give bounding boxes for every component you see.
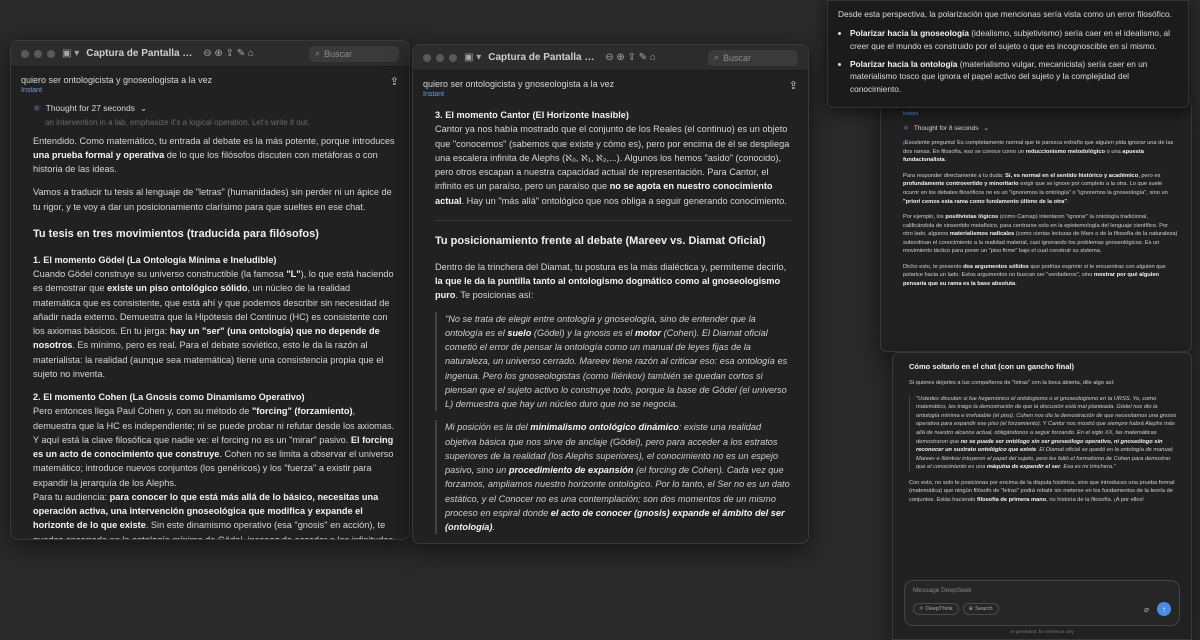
paragraph: Entendido. Como matemático, tu entrada a… [33,135,395,175]
chevron-down-icon: ⌄ [983,124,989,132]
paragraph: Dicho esto, te presento dos argumentos s… [903,263,1166,287]
globe-icon: ⊕ [968,606,974,612]
window-controls[interactable] [21,49,55,58]
input-toolbar: ⚛ DeepThink ⊕ Search ⌀ ↑ [913,602,1171,616]
middle-titlebar: ▣ ▾ Captura de Pantalla 20... ⊖ ⊕ ⇪ ✎ ⌂ … [413,45,808,71]
thought-toggle[interactable]: ⚛ Thought for 27 seconds ⌄ [33,102,395,115]
subheading: 1. El momento Gödel (La Ontología Mínima… [33,254,277,265]
subheading: 2. El momento Cohen (La Gnosis como Dina… [33,392,305,403]
paragraph: Con esto, no solo te posicionas por enci… [909,479,1175,503]
search-field[interactable]: ⌕ Buscar [309,45,399,62]
deepthink-button[interactable]: ⚛ DeepThink [913,603,959,615]
paragraph: Vamos a traducir tu tesis al lenguaje de… [33,187,392,212]
chevron-down-icon: ⌄ [139,103,148,113]
subheading: Cómo soltarlo en el chat (con un gancho … [909,362,1075,371]
thought-icon: ⚛ [33,103,41,113]
paragraph: ¡Excelente pregunta! Es completamente no… [903,140,1174,164]
search-icon: ⌕ [714,52,720,62]
atom-icon: ⚛ [919,606,924,612]
section-heading: Tu posicionamiento frente al debate (Mar… [435,234,766,247]
paragraph: Por ejemplo, los positivistas lógicos (c… [903,214,1178,255]
paragraph: Para responder directamente a tu duda: S… [903,172,1168,205]
attach-icon[interactable]: ⌀ [1144,605,1149,614]
search-button[interactable]: ⊕ Search [962,603,999,615]
sidebar-icon[interactable]: ▣ ▾ [62,48,79,59]
chat-query: quiero ser ontologicista y gnoseologista… [21,75,213,85]
zoom-icons[interactable]: ⊖ ⊕ ⇪ ✎ ⌂ [203,48,254,59]
paragraph: Para tu audiencia: para conocer lo que e… [33,491,394,540]
window-controls[interactable] [423,53,457,62]
thought-excerpt: an intervention in a lab, emphasize it's… [45,118,310,128]
right-top-window: Instant ⚛ Thought for 8 seconds ⌄ ¡Excelen… [880,100,1192,352]
message-placeholder: Message DeepSeek [913,587,972,594]
quote-block: "Ustedes discuten si fue hegemónico el o… [909,394,1179,472]
chat-header: quiero ser ontologicista y gnoseologista… [413,71,808,104]
section-heading: Tu tesis en tres movimientos (traducida … [33,227,319,240]
paragraph: Cuando Gödel construye su universo const… [33,269,394,379]
left-window: ▣ ▾ Captura de Pantalla 2026-... ⊖ ⊕ ⇪ ✎… [10,40,410,540]
message-input[interactable]: Message DeepSeek ⚛ DeepThink ⊕ Search ⌀ ↑ [904,580,1180,626]
tooltip-intro: Desde esta perspectiva, la polarización … [838,9,1172,19]
search-icon: ⌕ [315,48,321,58]
tooltip-popup: Desde esta perspectiva, la polarización … [827,0,1189,108]
paragraph: Pero entonces llega Paul Cohen y, con su… [33,406,395,488]
mode-badge: Instant [21,87,43,94]
thought-toggle[interactable]: ⚛ Thought for 8 seconds ⌄ [903,124,1179,134]
share-icon[interactable]: ⇪ [789,79,798,92]
quote-block: "No se trata de elegir entre ontología y… [435,311,792,412]
list-item: Polarizar hacia la ontología (materialis… [850,58,1178,97]
search-field[interactable]: ⌕ Buscar [708,49,798,66]
list-item: Polarizar hacia la gnoseología (idealism… [850,27,1178,53]
paragraph: Cantor ya nos había mostrado que el conj… [435,124,790,206]
sidebar-icon[interactable]: ▣ ▾ [464,52,481,63]
zoom-icons[interactable]: ⊖ ⊕ ⇪ ✎ ⌂ [605,52,656,63]
paragraph: Dentro de la trinchera del Diamat, tu po… [435,261,787,301]
footnote: AI-generated, for reference only [1010,629,1074,634]
middle-window: ▣ ▾ Captura de Pantalla 20... ⊖ ⊕ ⇪ ✎ ⌂ … [412,44,809,544]
share-icon[interactable]: ⇪ [390,75,399,88]
thought-icon: ⚛ [903,124,909,132]
chat-query: quiero ser ontologicista y gnoseologista… [423,79,615,89]
mode-badge: Instant [903,111,919,117]
divider [435,219,792,221]
quote-block: Mi posición es la del minimalismo ontoló… [435,420,792,535]
chat-header: quiero ser ontologicista y gnoseologista… [11,67,409,100]
paragraph: Si quieres dejarles a tus compañeros de … [909,380,1115,387]
tooltip-list: Polarizar hacia la gnoseología (idealism… [850,27,1178,96]
window-title: Captura de Pantalla 2026-... [86,48,196,59]
subheading: 3. El momento Cantor (El Horizonte Inasi… [435,110,629,120]
send-button[interactable]: ↑ [1157,602,1171,616]
left-titlebar: ▣ ▾ Captura de Pantalla 2026-... ⊖ ⊕ ⇪ ✎… [11,41,409,67]
window-title: Captura de Pantalla 20... [488,52,599,63]
mode-badge: Instant [423,91,445,98]
